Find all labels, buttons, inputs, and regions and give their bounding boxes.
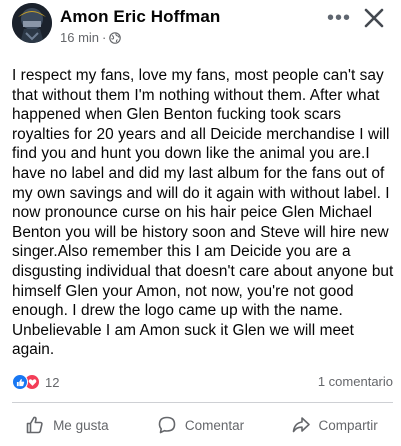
share-arrow-icon [292, 417, 310, 433]
post-time[interactable]: 16 min [60, 30, 99, 45]
comment-count-link[interactable]: 1 comentario [318, 374, 393, 389]
like-button[interactable]: Me gusta [0, 404, 134, 446]
divider [12, 402, 393, 403]
close-button[interactable] [361, 5, 387, 31]
more-dots-icon: ••• [327, 7, 352, 29]
avatar[interactable] [12, 3, 52, 43]
reaction-count: 12 [45, 374, 60, 390]
globe-icon [109, 31, 122, 44]
like-label: Me gusta [53, 417, 109, 433]
action-bar: Me gusta Comentar Compartir [0, 404, 401, 446]
comment-label: Comentar [184, 417, 245, 433]
facebook-post: Amon Eric Hoffman 16 min · ••• I respect… [0, 0, 401, 446]
like-reaction-icon [12, 374, 28, 390]
share-label: Compartir [318, 417, 378, 433]
more-options-button[interactable]: ••• [327, 8, 351, 28]
comment-button[interactable]: Comentar [134, 404, 268, 446]
meta-separator: · [102, 30, 107, 45]
post-meta: 16 min · [60, 30, 122, 45]
author-name[interactable]: Amon Eric Hoffman [60, 7, 220, 27]
thumbs-up-icon [26, 416, 43, 434]
reactions-summary[interactable]: 12 [12, 374, 59, 390]
close-icon [364, 8, 384, 28]
share-button[interactable]: Compartir [267, 404, 401, 446]
comment-bubble-icon [158, 416, 176, 434]
post-body-text: I respect my fans, love my fans, most pe… [12, 67, 394, 359]
post-header: Amon Eric Hoffman 16 min · ••• [12, 3, 391, 49]
